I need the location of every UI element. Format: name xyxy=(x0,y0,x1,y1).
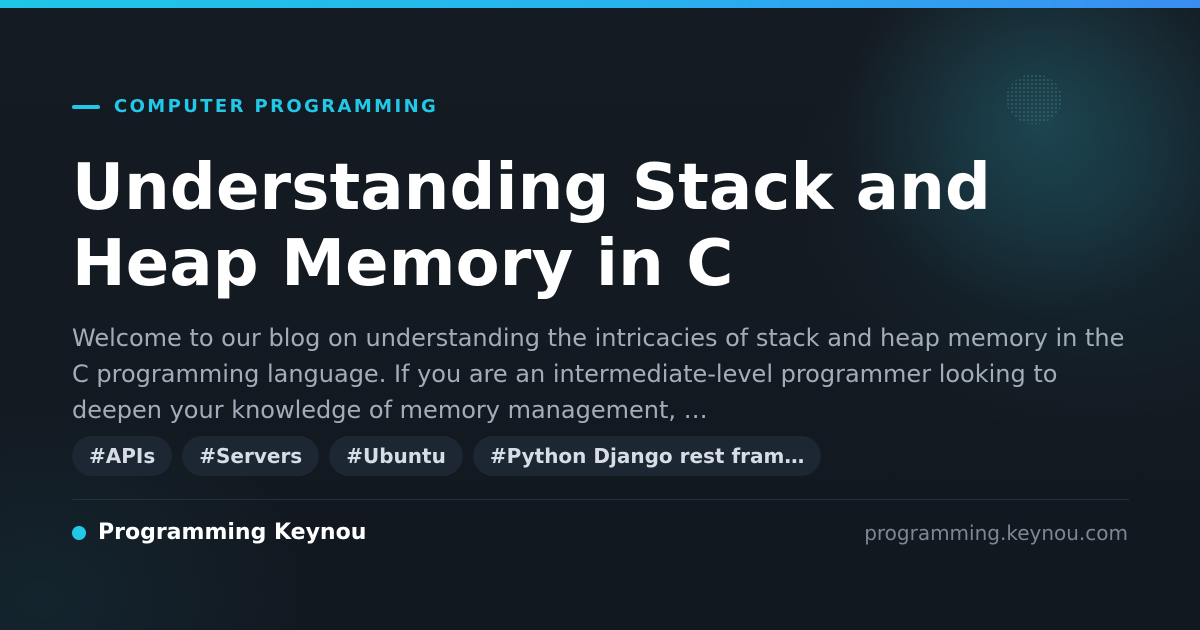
brand-name: Programming Keynou xyxy=(98,520,367,545)
category-eyebrow: COMPUTER PROGRAMMING xyxy=(72,96,438,118)
description-text: Welcome to our blog on understanding the… xyxy=(72,324,1125,424)
category-label: COMPUTER PROGRAMMING xyxy=(114,96,439,117)
tag-apis[interactable]: #APIs xyxy=(72,436,173,476)
brand: Programming Keynou xyxy=(72,519,366,547)
page-title: Understanding Stack and Heap Memory in C xyxy=(72,151,991,301)
dot-pattern-decoration xyxy=(1006,74,1062,124)
divider xyxy=(72,499,1129,500)
dash-icon xyxy=(72,105,100,109)
dot-icon xyxy=(72,526,86,540)
accent-top-bar xyxy=(0,0,1200,8)
tag-ubuntu[interactable]: #Ubuntu xyxy=(329,436,463,476)
site-domain: programming.keynou.com xyxy=(864,521,1128,545)
tag-servers[interactable]: #Servers xyxy=(182,436,320,476)
tag-list: #APIs #Servers #Ubuntu #Python Django re… xyxy=(72,436,822,476)
tag-python-django[interactable]: #Python Django rest fram… xyxy=(472,436,822,476)
